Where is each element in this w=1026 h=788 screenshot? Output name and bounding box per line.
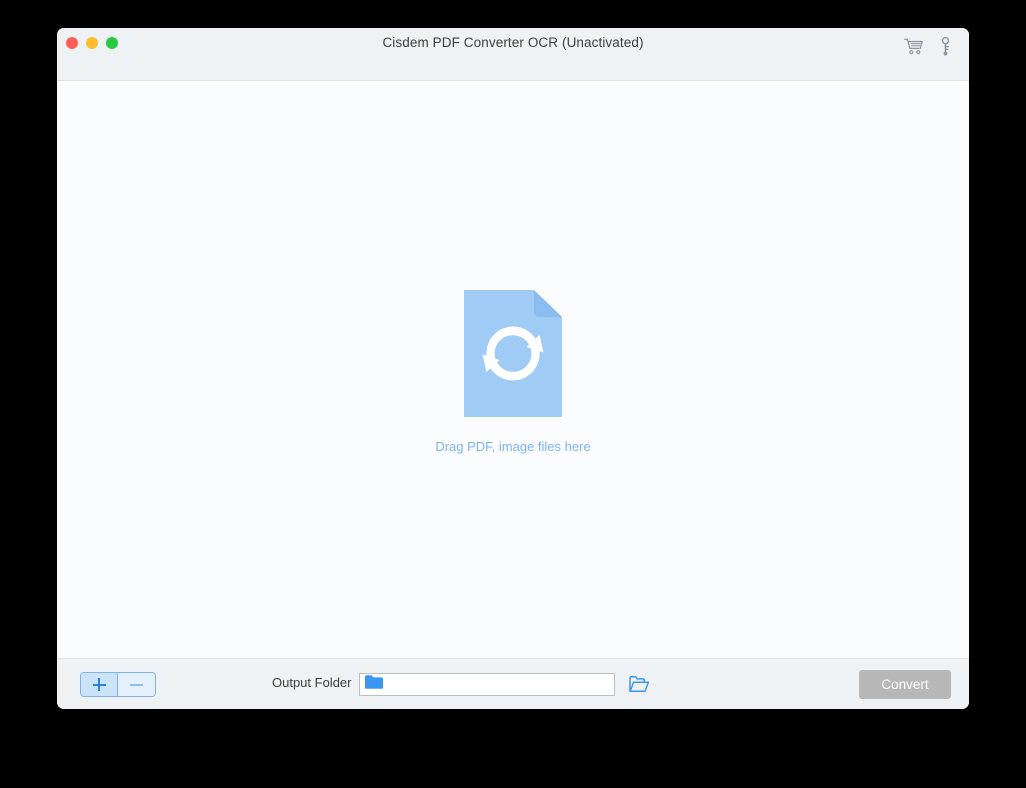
- title-bar: Cisdem PDF Converter OCR (Unactivated): [57, 28, 969, 109]
- screen: Cisdem PDF Converter OCR (Unactivated) D…: [0, 0, 1026, 788]
- convert-button[interactable]: Convert: [859, 670, 951, 699]
- bottom-toolbar: Output Folder Convert: [57, 658, 969, 709]
- convert-document-icon: [460, 286, 566, 421]
- folder-icon: [364, 674, 384, 695]
- drop-zone-label: Drag PDF, image files here: [435, 438, 591, 454]
- output-folder-input[interactable]: [359, 673, 615, 696]
- app-window: Cisdem PDF Converter OCR (Unactivated) D…: [57, 28, 969, 709]
- main-content: Drag PDF, image files here: [57, 81, 969, 658]
- cart-icon[interactable]: [903, 36, 923, 56]
- minus-icon: [130, 678, 143, 691]
- plus-icon: [92, 678, 106, 691]
- file-drop-zone[interactable]: Drag PDF, image files here: [57, 81, 969, 658]
- file-actions-group: [80, 672, 156, 697]
- output-folder-label: Output Folder: [272, 675, 352, 690]
- key-icon[interactable]: [935, 36, 955, 56]
- remove-files-button[interactable]: [118, 673, 155, 696]
- add-files-button[interactable]: [81, 673, 118, 696]
- titlebar-actions: [903, 36, 955, 56]
- browse-output-folder-button[interactable]: [627, 673, 651, 695]
- window-title: Cisdem PDF Converter OCR (Unactivated): [382, 35, 644, 50]
